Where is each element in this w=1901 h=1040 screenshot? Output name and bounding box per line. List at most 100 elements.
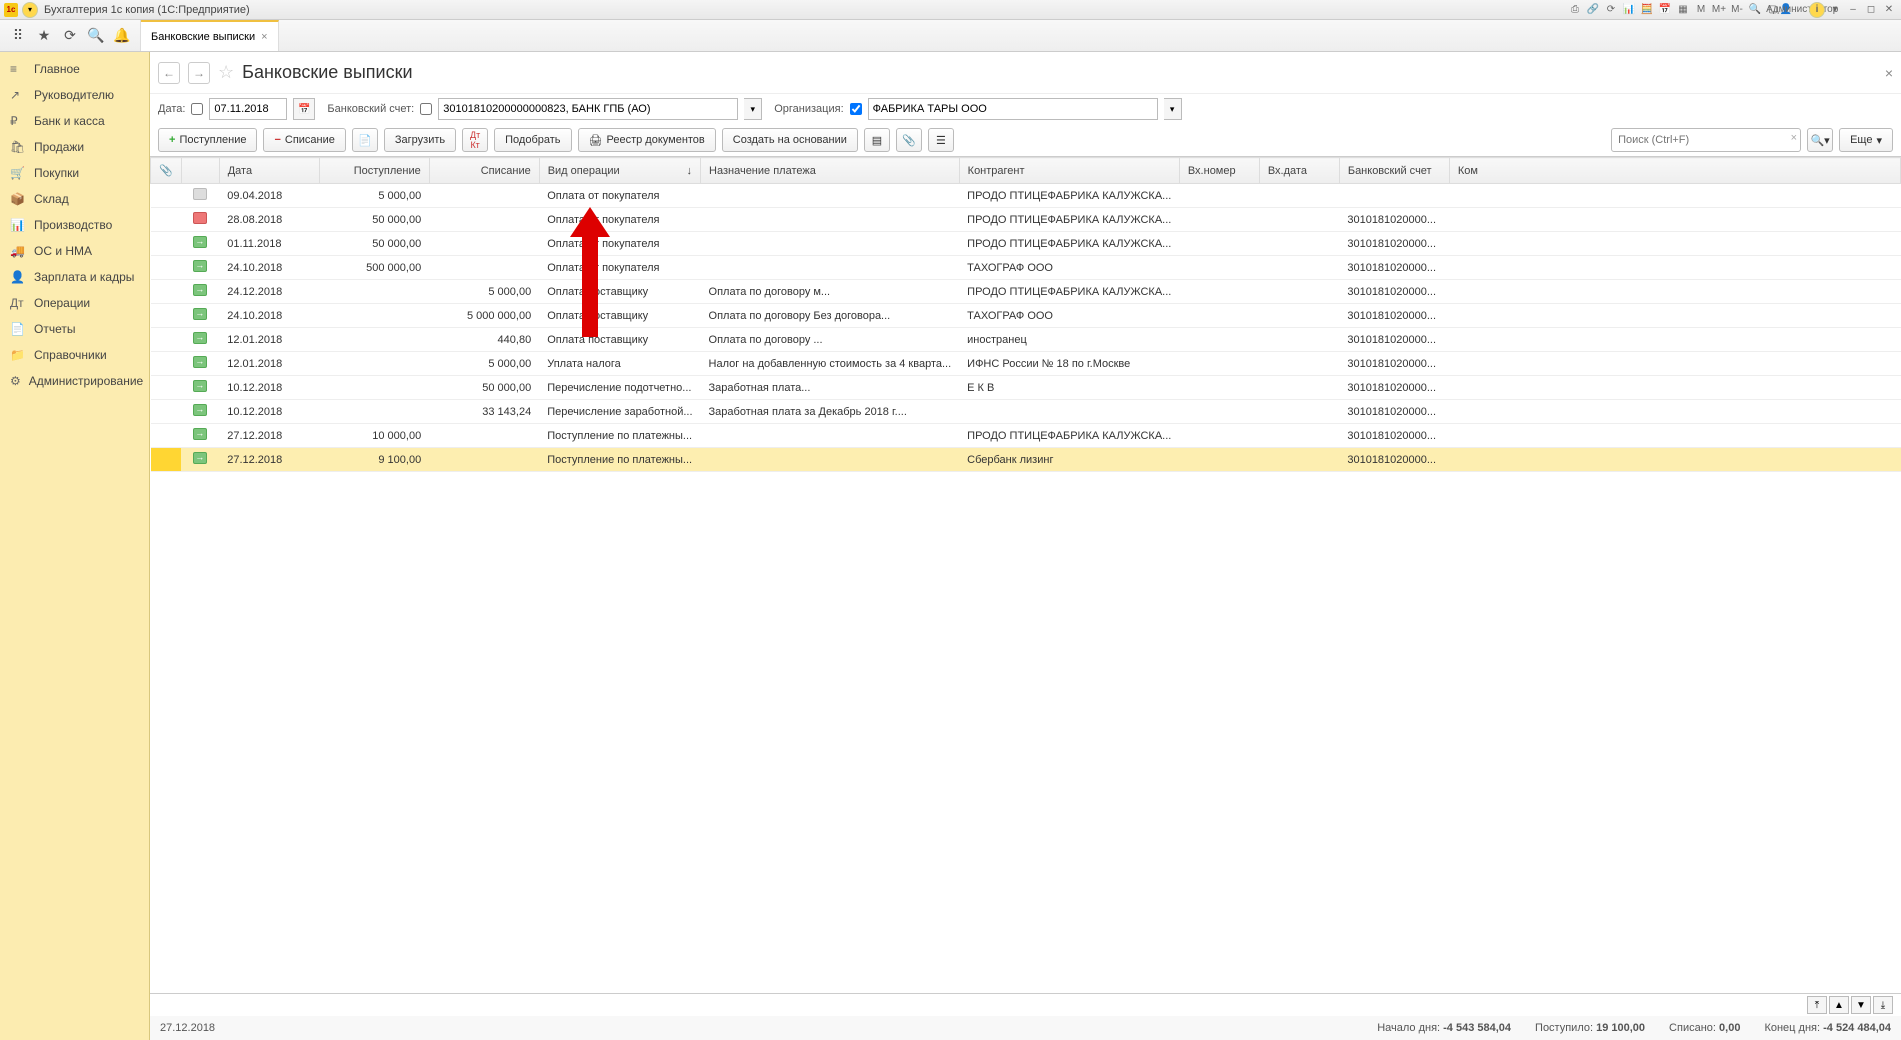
grid-icon[interactable]: ▦: [1675, 2, 1691, 18]
app-menu-button[interactable]: ▾: [22, 2, 38, 18]
table-row[interactable]: 01.11.201850 000,00Оплата от покупателяП…: [151, 232, 1901, 256]
table-row[interactable]: 10.12.201833 143,24Перечисление заработн…: [151, 400, 1901, 424]
account-dropdown-button[interactable]: ▾: [744, 98, 762, 120]
table-row[interactable]: 12.01.2018440,80Оплата поставщикуОплата …: [151, 328, 1901, 352]
table-row[interactable]: 28.08.201850 000,00Оплата от покупателяП…: [151, 208, 1901, 232]
sidebar-item-10[interactable]: 📄Отчеты: [0, 316, 149, 342]
nav-last-button[interactable]: ⤓: [1873, 996, 1893, 1014]
m-button[interactable]: M: [1693, 2, 1709, 18]
search-clear-icon[interactable]: ×: [1791, 132, 1797, 144]
history-button[interactable]: ⟳: [58, 24, 82, 48]
back-button[interactable]: ←: [158, 62, 180, 84]
col-comment[interactable]: Ком: [1449, 158, 1900, 184]
col-status[interactable]: [181, 158, 219, 184]
account-label: Банковский счет:: [327, 103, 414, 115]
status-icon: [193, 428, 207, 440]
table-row[interactable]: 12.01.20185 000,00Уплата налогаНалог на …: [151, 352, 1901, 376]
calendar-icon[interactable]: 📅: [1657, 2, 1673, 18]
info-dropdown-icon[interactable]: ▾: [1827, 2, 1843, 18]
sidebar-item-7[interactable]: 🚚ОС и НМА: [0, 238, 149, 264]
favorite-button[interactable]: ★: [32, 24, 56, 48]
calc-icon[interactable]: 🧮: [1639, 2, 1655, 18]
col-innum[interactable]: Вх.номер: [1179, 158, 1259, 184]
info-button[interactable]: i: [1809, 2, 1825, 18]
mminus-button[interactable]: M-: [1729, 2, 1745, 18]
account-filter-checkbox[interactable]: [420, 103, 432, 115]
account-input[interactable]: [438, 98, 738, 120]
registry-button[interactable]: 🖨 Реестр документов: [578, 128, 716, 152]
table-row[interactable]: 24.10.2018500 000,00Оплата от покупателя…: [151, 256, 1901, 280]
nav-up-button[interactable]: ▲: [1829, 996, 1849, 1014]
apps-button[interactable]: ⠿: [6, 24, 30, 48]
maximize-button[interactable]: ◻: [1863, 2, 1879, 18]
date-filter-checkbox[interactable]: [191, 103, 203, 115]
print-icon[interactable]: ⎙: [1567, 2, 1583, 18]
table-row[interactable]: 27.12.201810 000,00Поступление по платеж…: [151, 424, 1901, 448]
org-input[interactable]: [868, 98, 1158, 120]
sidebar-item-11[interactable]: 📁Справочники: [0, 342, 149, 368]
select-button[interactable]: Подобрать: [494, 128, 571, 152]
sidebar-item-6[interactable]: 📊Производство: [0, 212, 149, 238]
table-row[interactable]: 24.12.20185 000,00Оплата поставщикуОплат…: [151, 280, 1901, 304]
table-row[interactable]: 09.04.20185 000,00Оплата от покупателяПР…: [151, 184, 1901, 208]
date-input[interactable]: [209, 98, 287, 120]
tab-close-icon[interactable]: ×: [261, 31, 267, 43]
col-income[interactable]: Поступление: [319, 158, 429, 184]
link-icon[interactable]: 🔗: [1585, 2, 1601, 18]
org-filter-checkbox[interactable]: [850, 103, 862, 115]
col-operation[interactable]: Вид операции ↓: [539, 158, 700, 184]
page-close-icon[interactable]: ×: [1885, 65, 1893, 81]
sidebar-item-9[interactable]: ДтОперации: [0, 290, 149, 316]
sidebar-item-4[interactable]: 🛒Покупки: [0, 160, 149, 186]
col-date[interactable]: Дата: [219, 158, 319, 184]
minimize-button[interactable]: –: [1845, 2, 1861, 18]
tab-bank-statements[interactable]: Банковские выписки ×: [141, 20, 279, 51]
nav-down-button[interactable]: ▼: [1851, 996, 1871, 1014]
load-button[interactable]: Загрузить: [384, 128, 456, 152]
more-button[interactable]: Еще ▾: [1839, 128, 1893, 152]
search-go-button[interactable]: 🔍▾: [1807, 128, 1833, 152]
table-row[interactable]: 24.10.20185 000 000,00Оплата поставщикуО…: [151, 304, 1901, 328]
sidebar-item-5[interactable]: 📦Склад: [0, 186, 149, 212]
user-label[interactable]: 👤 Администратор: [1787, 2, 1803, 18]
col-expense[interactable]: Списание: [429, 158, 539, 184]
org-dropdown-button[interactable]: ▾: [1164, 98, 1182, 120]
forward-button[interactable]: →: [188, 62, 210, 84]
income-button[interactable]: +Поступление: [158, 128, 257, 152]
col-purpose[interactable]: Назначение платежа: [701, 158, 960, 184]
create-based-button[interactable]: Создать на основании: [722, 128, 858, 152]
dtkt-button[interactable]: ДтКт: [462, 128, 488, 152]
sidebar-item-8[interactable]: 👤Зарплата и кадры: [0, 264, 149, 290]
status-start-value: -4 543 584,04: [1443, 1022, 1511, 1034]
sidebar-item-2[interactable]: ₽Банк и касса: [0, 108, 149, 134]
favorite-star-icon[interactable]: ☆: [218, 62, 234, 83]
col-indate[interactable]: Вх.дата: [1259, 158, 1339, 184]
nav-first-button[interactable]: ⤒: [1807, 996, 1827, 1014]
col-counterparty[interactable]: Контрагент: [959, 158, 1179, 184]
sidebar-item-3[interactable]: 🛍Продажи: [0, 134, 149, 160]
refresh-button[interactable]: 📄: [352, 128, 378, 152]
list-icon-button[interactable]: ☰: [928, 128, 954, 152]
content: ← → ☆ Банковские выписки × Дата: 📅 Банко…: [150, 52, 1901, 1040]
status-out-label: Списано:: [1669, 1022, 1716, 1034]
table-row[interactable]: 10.12.201850 000,00Перечисление подотчет…: [151, 376, 1901, 400]
close-button[interactable]: ✕: [1881, 2, 1897, 18]
sidebar-item-0[interactable]: ≡Главное: [0, 56, 149, 82]
notifications-button[interactable]: 🔔: [110, 24, 134, 48]
search-icon[interactable]: 🔍: [1747, 2, 1763, 18]
sidebar-item-label: Покупки: [34, 166, 79, 180]
calendar-button[interactable]: 📅: [293, 98, 315, 120]
refresh-icon[interactable]: ⟳: [1603, 2, 1619, 18]
sidebar-item-12[interactable]: ⚙Администрирование: [0, 368, 149, 394]
attach-icon-button[interactable]: 📎: [896, 128, 922, 152]
sidebar-item-1[interactable]: ↗Руководителю: [0, 82, 149, 108]
col-bank[interactable]: Банковский счет: [1339, 158, 1449, 184]
search-button[interactable]: 🔍: [84, 24, 108, 48]
chart-icon[interactable]: 📊: [1621, 2, 1637, 18]
mplus-button[interactable]: M+: [1711, 2, 1727, 18]
col-attach[interactable]: 📎: [151, 158, 182, 184]
table-row[interactable]: 27.12.20189 100,00Поступление по платежн…: [151, 448, 1901, 472]
search-input[interactable]: [1611, 128, 1801, 152]
expense-button[interactable]: −Списание: [263, 128, 345, 152]
filter-icon-button[interactable]: ▤: [864, 128, 890, 152]
